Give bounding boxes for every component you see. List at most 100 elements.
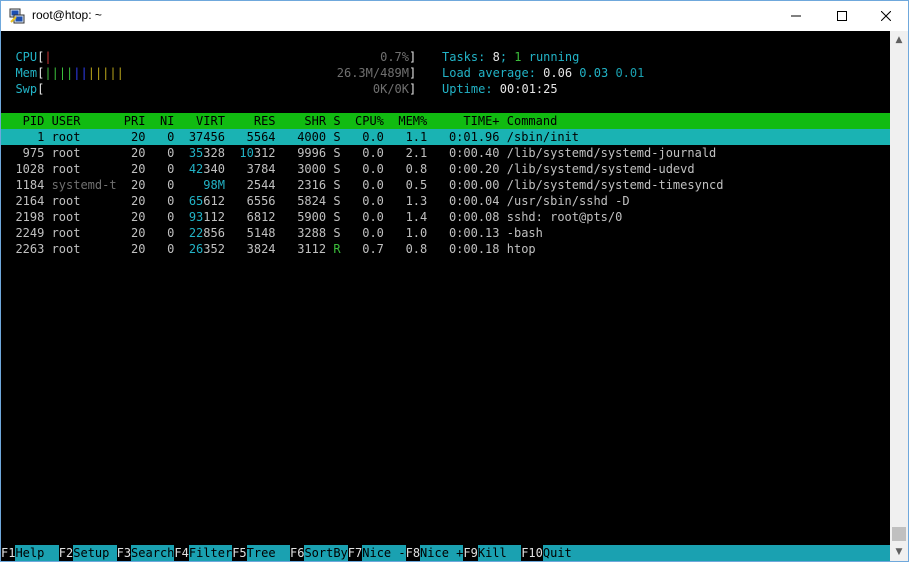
cell-time: 0:00.40 xyxy=(448,146,500,160)
process-table-header[interactable]: PID USER PRI NI VIRT RES SHR S CPU% MEM% TIME+ Comm… xyxy=(1,113,890,129)
cell-time: 0:00.18 xyxy=(448,242,500,256)
cell-res: 2544 xyxy=(246,178,276,192)
cell-user: root xyxy=(51,210,81,224)
fkey-label-f9[interactable]: Kill xyxy=(477,545,522,561)
fkey-label-f8[interactable]: Nice + xyxy=(420,545,463,561)
cell-digits-high: 35 xyxy=(188,146,204,160)
cell-shr: 9996 xyxy=(297,146,327,160)
table-row[interactable]: 1028 root 20 0 42340 3784 3000 S 0.0 0.8 0:00.20/l… xyxy=(1,161,890,177)
cell-time: 0:00.13 xyxy=(448,226,500,240)
cell-shr: 5900 xyxy=(297,210,327,224)
table-row[interactable]: 2263 root 20 0 26352 3824 3112 R 0.7 0.8 0:00.18 ht… xyxy=(1,241,890,257)
close-button[interactable] xyxy=(863,1,908,31)
cell-res: 3784 xyxy=(246,162,276,176)
tasks-count: 8 xyxy=(492,50,500,64)
fkey-f3[interactable]: F3 xyxy=(117,545,131,561)
cell-ni: 0 xyxy=(167,194,175,208)
fkey-label-f1[interactable]: Help xyxy=(15,545,59,561)
cell-digits-low: 112 xyxy=(203,210,225,224)
table-row[interactable]: 2164 root 20 0 65612 6556 5824 S 0.0 1.3 0:00.04/u… xyxy=(1,193,890,209)
fkey-label-f7[interactable]: Nice - xyxy=(362,545,406,561)
cell-cpu: 0.0 xyxy=(362,146,384,160)
column-header-user[interactable]: USER xyxy=(52,113,124,129)
vertical-scrollbar[interactable]: ▲ ▼ xyxy=(890,31,908,561)
terminal-screen[interactable]: CPU[| 0.7%] Tasks: 8; 1 running Mem[||||||… xyxy=(1,31,890,561)
fkey-f5[interactable]: F5 xyxy=(232,545,246,561)
cell-pri: 20 xyxy=(131,194,146,208)
cell-ni: 0 xyxy=(167,146,175,160)
column-header-cmd[interactable]: Command xyxy=(507,113,796,129)
cell-time: 0:00.04 xyxy=(448,194,500,208)
cell-s: S xyxy=(333,130,341,144)
cell-cpu: 0.0 xyxy=(362,162,384,176)
cell-pri: 20 xyxy=(131,162,146,176)
table-row[interactable]: 1 root 20 0 37456 5564 4000 S 0.0 1.1 0:01.96/sbin… xyxy=(1,129,890,145)
maximize-button[interactable] xyxy=(819,1,865,31)
scroll-up-icon[interactable]: ▲ xyxy=(890,31,908,49)
table-row[interactable]: 975 root 20 0 35328 10312 9996 S 0.0 2.1 0:00.40/l… xyxy=(1,145,890,161)
cell-res: 3824 xyxy=(246,242,276,256)
fkey-f2[interactable]: F2 xyxy=(59,545,73,561)
fkey-label-f6[interactable]: SortBy xyxy=(304,545,348,561)
uptime-label: Uptime: xyxy=(442,82,500,96)
fkey-f8[interactable]: F8 xyxy=(406,545,420,561)
cell-ni: 0 xyxy=(167,242,175,256)
cell-pid: 975 xyxy=(22,146,45,160)
table-row[interactable]: 2198 root 20 0 93112 6812 5900 S 0.0 1.4 0:00.08 ss… xyxy=(1,209,890,225)
cell-pid: 2198 xyxy=(15,210,45,224)
cell-digits-low: 312 xyxy=(253,146,276,160)
cpu-meter-label: CPU xyxy=(15,50,38,64)
cell-digits-high: 65 xyxy=(188,194,204,208)
fkey-label-f3[interactable]: Search xyxy=(131,545,174,561)
swp-meter-value: 0K/0K xyxy=(372,82,409,96)
minimize-button[interactable] xyxy=(773,1,819,31)
table-row[interactable]: 2249 root 20 0 22856 5148 3288 S 0.0 1.0 0:00.13 -b… xyxy=(1,225,890,241)
fkey-f4[interactable]: F4 xyxy=(174,545,188,561)
column-header-s[interactable]: S xyxy=(326,113,340,129)
scroll-thumb[interactable] xyxy=(892,527,906,541)
column-header-virt[interactable]: VIRT xyxy=(174,113,225,129)
cell-digits-low: 856 xyxy=(203,226,225,240)
column-header-pri[interactable]: PRI xyxy=(117,113,146,129)
terminal-window: root@htop: ~ CPU[| 0.7%] Tasks: 8; 1 runni… xyxy=(0,0,909,562)
cell-s: S xyxy=(333,210,341,224)
column-header-shr[interactable]: SHR xyxy=(276,113,326,129)
cell-user: root xyxy=(51,194,81,208)
scroll-down-icon[interactable]: ▼ xyxy=(890,543,908,561)
cell-shr: 4000 xyxy=(297,130,327,144)
fkey-f7[interactable]: F7 xyxy=(348,545,362,561)
fkey-label-f4[interactable]: Filter xyxy=(188,545,232,561)
fkey-label-f10[interactable]: Quit xyxy=(542,545,890,561)
cell-user: root xyxy=(51,162,81,176)
fkey-f10[interactable]: F10 xyxy=(521,545,543,561)
column-header-mem[interactable]: MEM% xyxy=(384,113,427,129)
fkey-f6[interactable]: F6 xyxy=(290,545,304,561)
cell-pri: 20 xyxy=(131,242,146,256)
swp-meter-row: Swp[0K/0K] Uptime: 00:01:25 xyxy=(15,82,558,96)
cell-mem: 0.8 xyxy=(405,162,428,176)
column-header-res[interactable]: RES xyxy=(225,113,276,129)
cell-virt: 98M xyxy=(203,178,225,192)
cell-virt: 22856 xyxy=(174,225,225,241)
column-header-cpu[interactable]: CPU% xyxy=(341,113,384,129)
cell-virt: 26352 xyxy=(174,241,225,257)
column-header-pid[interactable]: PID xyxy=(1,113,45,129)
cell-digits-high: 10 xyxy=(239,146,254,160)
fkey-f1[interactable]: F1 xyxy=(1,545,15,561)
cell-s: S xyxy=(333,226,341,240)
cell-cmd: /lib/systemd/systemd-journald xyxy=(506,146,717,160)
cell-ni: 0 xyxy=(167,210,175,224)
cell-res: 6812 xyxy=(246,210,276,224)
title-bar[interactable]: root@htop: ~ xyxy=(1,1,908,31)
fkey-f9[interactable]: F9 xyxy=(463,545,477,561)
fkey-label-f5[interactable]: Tree xyxy=(246,545,290,561)
cell-pri: 20 xyxy=(131,178,146,192)
cell-cmd: /lib/systemd/systemd-timesyncd xyxy=(506,178,724,192)
fkey-label-f2[interactable]: Setup xyxy=(73,545,117,561)
column-header-time[interactable]: TIME+ xyxy=(427,113,499,129)
cell-pri: 20 xyxy=(131,146,146,160)
table-row[interactable]: 1184 systemd-t 20 0 98M 2544 2316 S 0.0 0.5 0:00.0… xyxy=(1,177,890,193)
maximize-icon xyxy=(837,11,847,21)
putty-icon[interactable] xyxy=(8,7,26,25)
column-header-ni[interactable]: NI xyxy=(146,113,174,129)
